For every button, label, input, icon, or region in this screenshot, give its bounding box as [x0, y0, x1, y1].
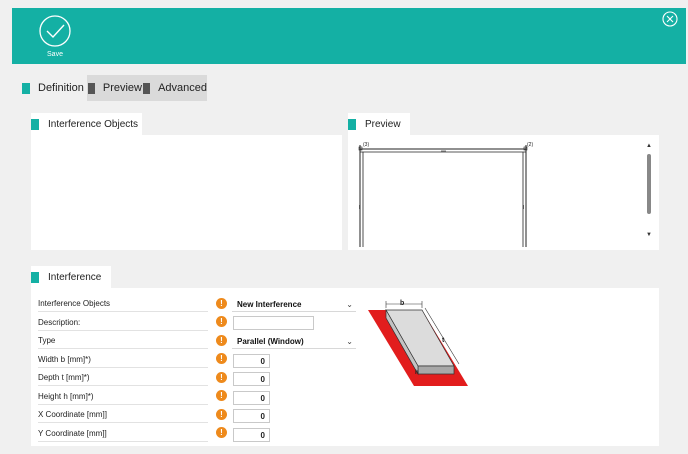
width-input[interactable]: 0	[233, 354, 270, 368]
scroll-down-arrow-icon[interactable]: ▼	[646, 232, 652, 238]
tab-preview[interactable]: Preview	[87, 75, 142, 101]
info-icon[interactable]: !	[216, 390, 227, 401]
tab-definition[interactable]: Definition	[22, 75, 84, 101]
tab-swatch	[22, 82, 30, 94]
interference-panel-tab: Interference	[31, 266, 111, 288]
check-circle-icon	[39, 15, 71, 47]
objects-list[interactable]	[31, 135, 342, 250]
save-button[interactable]: Save	[38, 14, 72, 62]
preview-panel: (3) (2) ▲ ▼	[348, 135, 659, 250]
select-value: New Interference	[237, 300, 302, 309]
objects-panel-tab: Interference Objects	[31, 113, 142, 135]
info-icon[interactable]: !	[216, 353, 227, 364]
preview-panel-title: Preview	[365, 118, 401, 130]
tab-label: Advanced	[158, 82, 207, 94]
tab-swatch	[143, 82, 151, 94]
x-coordinate-input[interactable]: 0	[233, 409, 270, 423]
description-field[interactable]	[233, 316, 314, 330]
property-label: Depth t [mm]*)	[38, 370, 208, 386]
toolbar: Save	[12, 8, 686, 64]
interference-dimension-diagram: b t h	[368, 300, 468, 386]
property-label: Description:	[38, 315, 208, 331]
chevron-down-icon: ⌄	[346, 300, 353, 309]
preview-marker-right: (2)	[527, 142, 533, 148]
diagram-h-label: h	[415, 370, 419, 376]
info-icon[interactable]: !	[216, 298, 227, 309]
property-label: Interference Objects	[38, 296, 208, 312]
scroll-up-arrow-icon[interactable]: ▲	[646, 143, 652, 149]
objects-panel-title: Interference Objects	[48, 118, 139, 130]
tab-label: Definition	[38, 82, 84, 94]
info-icon[interactable]: !	[216, 316, 227, 327]
panel-swatch	[31, 271, 39, 283]
tab-label: Preview	[102, 82, 142, 94]
close-circle-icon	[662, 11, 678, 27]
info-icon[interactable]: !	[216, 409, 227, 420]
info-icon[interactable]: !	[216, 427, 227, 438]
tab-swatch	[88, 82, 95, 94]
diagram-b-label: b	[400, 300, 404, 307]
select-value: Parallel (Window)	[237, 337, 304, 346]
y-coordinate-input[interactable]: 0	[233, 428, 270, 442]
window-preview-drawing: (3) (2)	[358, 142, 533, 247]
info-icon[interactable]: !	[216, 335, 227, 346]
preview-marker-left: (3)	[363, 142, 369, 148]
preview-panel-tab: Preview	[348, 113, 410, 135]
tab-advanced[interactable]: Advanced	[142, 75, 207, 101]
type-select[interactable]: Parallel (Window) ⌄	[232, 334, 356, 349]
property-label: Height h [mm]*)	[38, 389, 208, 405]
panel-swatch	[348, 118, 356, 130]
info-icon[interactable]: !	[216, 372, 227, 383]
property-label: Type	[38, 333, 208, 349]
scrollbar-thumb[interactable]	[647, 154, 651, 214]
property-label: Y Coordinate [mm]]	[38, 426, 208, 442]
depth-input[interactable]: 0	[233, 372, 270, 386]
property-label: Width b [mm]*)	[38, 352, 208, 368]
close-button[interactable]	[662, 11, 678, 32]
height-input[interactable]: 0	[233, 391, 270, 405]
interference-objects-select[interactable]: New Interference ⌄	[232, 297, 356, 312]
save-label: Save	[47, 51, 63, 58]
property-label: X Coordinate [mm]]	[38, 407, 208, 423]
interference-panel-title: Interference	[48, 271, 102, 283]
panel-swatch	[31, 118, 39, 130]
chevron-down-icon: ⌄	[346, 337, 353, 346]
